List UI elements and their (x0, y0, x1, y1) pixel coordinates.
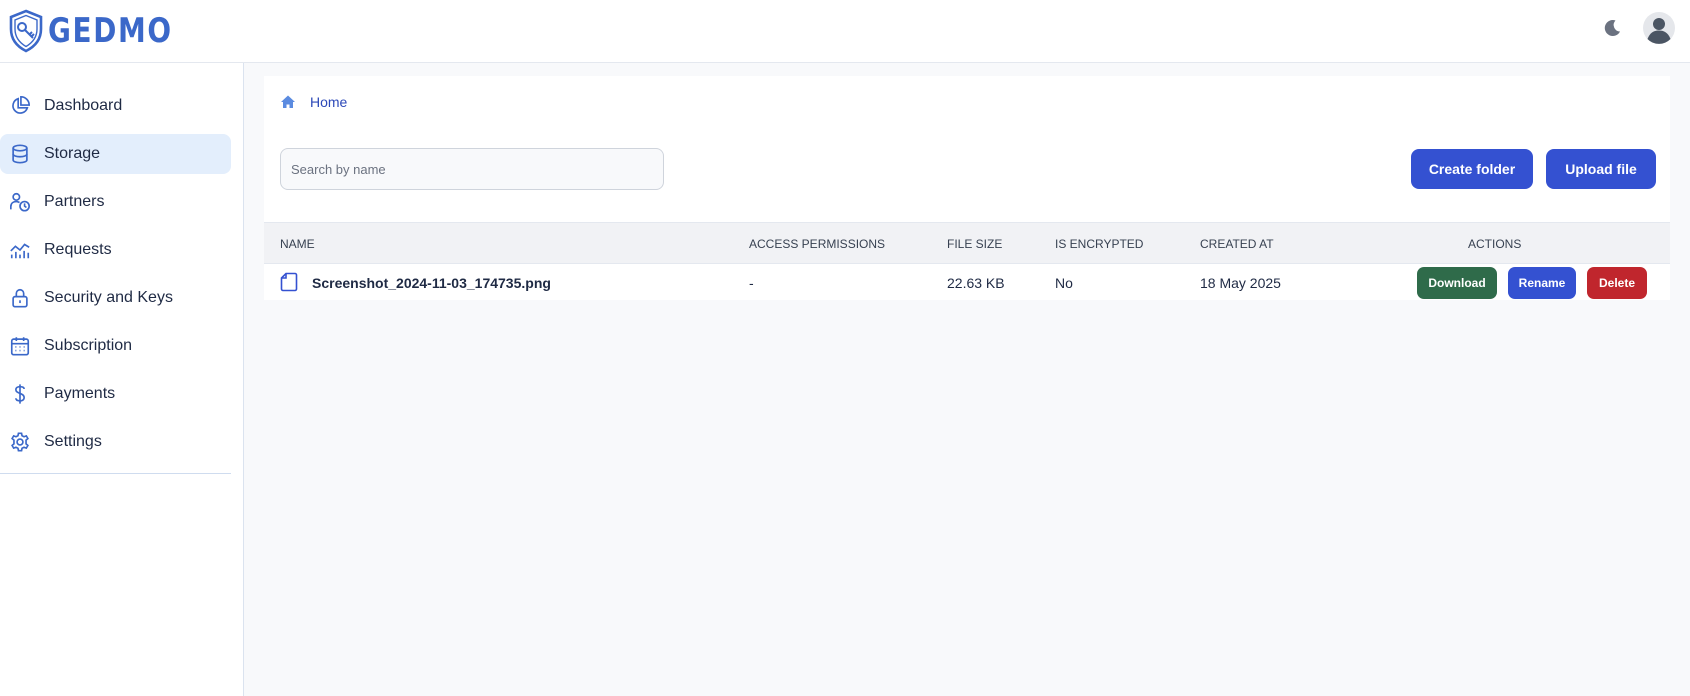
database-icon (12, 144, 28, 164)
pie-chart-icon (12, 96, 30, 114)
table-row[interactable]: Screenshot_2024-11-03_174735.png - 22.63… (264, 264, 1670, 300)
user-avatar-icon[interactable] (1643, 12, 1675, 44)
column-header-name: NAME (280, 237, 315, 251)
home-icon[interactable] (280, 94, 296, 110)
sidebar-item-subscription[interactable]: Subscription (0, 326, 231, 366)
sidebar-item-label: Settings (44, 433, 102, 450)
sidebar: Dashboard Storage Partners Requests Secu… (0, 63, 244, 696)
sidebar-item-label: Partners (44, 193, 105, 210)
sidebar-item-label: Dashboard (44, 97, 123, 114)
dollar-icon (15, 384, 25, 404)
sidebar-item-label: Payments (44, 385, 116, 402)
create-folder-button[interactable]: Create folder (1411, 149, 1533, 189)
logo-text: GEDMO (48, 11, 173, 51)
rename-button[interactable]: Rename (1508, 267, 1576, 299)
gear-icon (11, 432, 29, 452)
column-header-is-encrypted: IS ENCRYPTED (1055, 237, 1144, 251)
sidebar-item-settings[interactable]: Settings (0, 422, 231, 462)
sidebar-item-payments[interactable]: Payments (0, 374, 231, 414)
sidebar-item-label: Subscription (44, 337, 133, 354)
is-encrypted-value: No (1055, 275, 1073, 291)
created-at-value: 18 May 2025 (1200, 275, 1281, 291)
shield-key-icon (9, 9, 43, 53)
sidebar-item-requests[interactable]: Requests (0, 230, 231, 270)
access-permissions-value: - (749, 275, 754, 291)
storage-panel: Home Create folder Upload file NAME ACCE… (264, 76, 1670, 300)
sidebar-item-label: Security and Keys (44, 289, 173, 306)
table-header: NAME ACCESS PERMISSIONS FILE SIZE IS ENC… (264, 222, 1670, 264)
upload-file-button[interactable]: Upload file (1546, 149, 1656, 189)
logo[interactable]: GEDMO (8, 6, 200, 56)
sidebar-item-dashboard[interactable]: Dashboard (0, 86, 231, 126)
sidebar-divider (0, 473, 231, 474)
sidebar-item-partners[interactable]: Partners (0, 182, 231, 222)
file-icon (280, 272, 298, 292)
column-header-file-size: FILE SIZE (947, 237, 1003, 251)
download-button[interactable]: Download (1417, 267, 1497, 299)
top-bar: GEDMO (0, 0, 1690, 63)
sidebar-item-label: Storage (44, 145, 101, 162)
lock-icon (12, 288, 28, 308)
file-size-value: 22.63 KB (947, 275, 1005, 291)
column-header-access-permissions: ACCESS PERMISSIONS (749, 237, 886, 251)
sidebar-item-storage[interactable]: Storage (0, 134, 231, 174)
sidebar-item-label: Requests (44, 241, 112, 258)
partners-clock-icon (10, 192, 30, 212)
moon-icon[interactable] (1600, 16, 1624, 40)
sidebar-item-security-and-keys[interactable]: Security and Keys (0, 278, 231, 318)
breadcrumb: Home (280, 94, 347, 110)
column-header-created-at: CREATED AT (1200, 237, 1274, 251)
calendar-icon (10, 337, 30, 356)
delete-button[interactable]: Delete (1587, 267, 1647, 299)
column-header-actions: ACTIONS (1468, 237, 1522, 251)
breadcrumb-home-link[interactable]: Home (310, 94, 347, 110)
file-name[interactable]: Screenshot_2024-11-03_174735.png (312, 275, 551, 291)
search-input[interactable] (280, 148, 664, 190)
line-chart-icon (10, 243, 30, 259)
